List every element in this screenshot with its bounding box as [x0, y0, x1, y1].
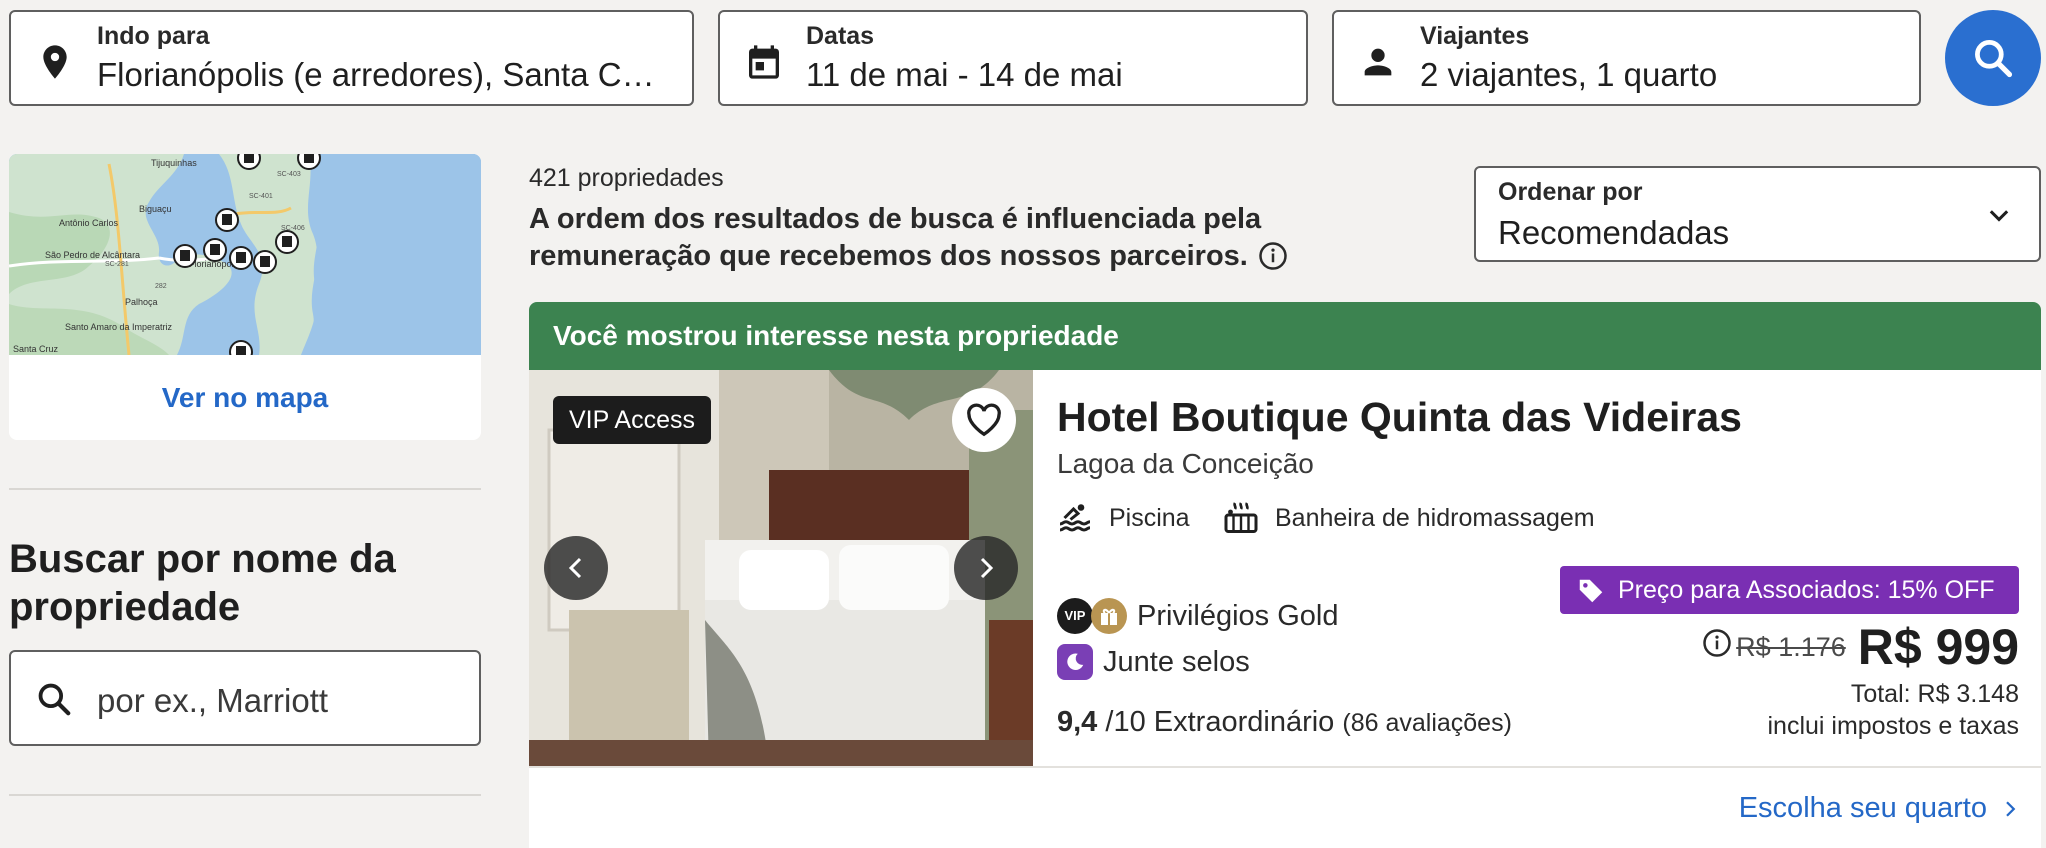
choose-room-link[interactable]: Escolha seu quarto [1739, 792, 2019, 825]
left-divider [9, 794, 481, 796]
previous-photo-button[interactable] [544, 536, 608, 600]
moon-icon [1067, 653, 1084, 670]
hotel-area: Lagoa da Conceição [1057, 448, 1314, 479]
ranking-disclaimer-text: A ordem dos resultados de busca é influe… [529, 203, 1262, 272]
vip-badge: VIP [1057, 598, 1093, 634]
hotel-marker-icon[interactable] [237, 154, 261, 170]
tag-icon [1579, 579, 1603, 603]
hotel-marker-icon[interactable] [229, 340, 253, 355]
sort-value: Recomendadas [1498, 214, 1730, 251]
favorite-button[interactable] [952, 388, 1016, 452]
member-price-badge: Preço para Associados: 15% OFF [1560, 566, 2019, 614]
card-divider [529, 766, 2041, 768]
chevron-right-icon [980, 557, 994, 579]
member-price-label: Preço para Associados: 15% OFF [1618, 576, 1995, 604]
hotel-marker-icon[interactable] [297, 154, 321, 170]
travelers-field[interactable]: Viajantes 2 viajantes, 1 quarto [1332, 10, 1921, 106]
rating-score: 9,4 [1057, 706, 1098, 738]
dates-field[interactable]: Datas 11 de mai - 14 de mai [718, 10, 1308, 106]
chevron-left-icon [568, 557, 582, 579]
choose-room-label: Escolha seu quarto [1738, 792, 1987, 824]
travelers-value: 2 viajantes, 1 quarto [1420, 56, 1718, 93]
info-icon[interactable] [1258, 241, 1288, 271]
amenity-pool: Piscina [1057, 498, 1207, 538]
hotel-marker-icon[interactable] [215, 208, 239, 232]
next-photo-button[interactable] [954, 536, 1018, 600]
search-icon [1975, 40, 2013, 78]
hotel-markers [173, 154, 321, 355]
location-pin-icon [43, 45, 67, 79]
calendar-icon [749, 45, 779, 79]
amenity-label: Piscina [1109, 504, 1190, 532]
chevron-right-icon [2006, 801, 2016, 817]
taxes-note: inclui impostos e taxas [1767, 712, 2019, 740]
hotel-marker-icon[interactable] [203, 238, 227, 262]
pool-icon [1059, 504, 1091, 532]
gold-privileges-label: Privilégios Gold [1137, 600, 1339, 632]
travelers-label: Viajantes [1420, 22, 1530, 50]
interest-banner: Você mostrou interesse nesta propriedade [529, 302, 2041, 370]
destination-value: Florianópolis (e arredores), Santa Catar… [97, 56, 662, 93]
property-photo[interactable]: VIP Access [529, 370, 1033, 766]
review-count[interactable]: (86 avaliações) [1342, 709, 1512, 737]
hotel-marker-icon[interactable] [229, 246, 253, 270]
dates-label: Datas [806, 22, 875, 50]
hotel-marker-icon[interactable] [173, 244, 197, 268]
amenity-hot-tub: Banheira de hidromassagem [1223, 498, 1623, 538]
rating-word: Extraordinário [1153, 706, 1335, 738]
property-card[interactable]: Você mostrou interesse nesta propriedade… [529, 302, 2041, 848]
info-icon[interactable] [1702, 628, 1732, 658]
search-button[interactable] [1945, 10, 2041, 106]
guest-rating: 9,4 /10 Extraordinário (86 avaliações) [1057, 706, 1512, 739]
original-price: R$ 1.176 [1736, 632, 1846, 662]
vip-access-tag: VIP Access [553, 396, 711, 444]
nightly-price: R$ 999 [1857, 619, 2019, 675]
map-preview[interactable]: Tijuquinhas Biguaçu Antônio Carlos São P… [9, 154, 481, 355]
destination-field[interactable]: Indo para Florianópolis (e arredores), S… [9, 10, 694, 106]
property-name-placeholder: por ex., Marriott [97, 682, 329, 719]
gold-privileges: VIP Privilégios Gold [1057, 596, 1417, 636]
amenity-label: Banheira de hidromassagem [1275, 504, 1595, 532]
results-count: 421 propriedades [529, 164, 724, 192]
gift-icon [1101, 608, 1117, 625]
sort-select[interactable]: Ordenar por Recomendadas [1474, 166, 2041, 262]
total-price: Total: R$ 3.148 [1850, 680, 2019, 708]
gift-badge [1091, 598, 1127, 634]
hotel-marker-icon[interactable] [253, 250, 277, 274]
dates-value: 11 de mai - 14 de mai [806, 56, 1123, 93]
ranking-disclaimer: A ordem dos resultados de busca é influe… [529, 201, 1449, 275]
person-icon [1364, 48, 1392, 76]
hotel-name[interactable]: Hotel Boutique Quinta das Videiras [1057, 394, 1742, 441]
price-row: R$ 1.176 R$ 999 [1702, 618, 2019, 678]
chevron-down-icon [1989, 210, 2009, 222]
heart-icon [967, 403, 1001, 437]
hot-tub-icon [1224, 502, 1258, 533]
left-divider [9, 488, 481, 490]
destination-label: Indo para [97, 22, 210, 50]
rating-scale: /10 [1105, 706, 1146, 738]
map-card[interactable]: Tijuquinhas Biguaçu Antônio Carlos São P… [9, 154, 481, 440]
property-name-search-heading: Buscar por nome da propriedade [9, 537, 396, 629]
collect-stamps: Junte selos [1057, 642, 1417, 682]
hotel-marker-icon[interactable] [275, 230, 299, 254]
stamp-badge [1057, 644, 1093, 680]
sort-label: Ordenar por [1498, 178, 1643, 206]
property-name-input[interactable]: por ex., Marriott [9, 650, 481, 746]
collect-stamps-label: Junte selos [1103, 646, 1250, 678]
search-icon [38, 683, 71, 716]
view-on-map-link[interactable]: Ver no mapa [9, 355, 481, 440]
